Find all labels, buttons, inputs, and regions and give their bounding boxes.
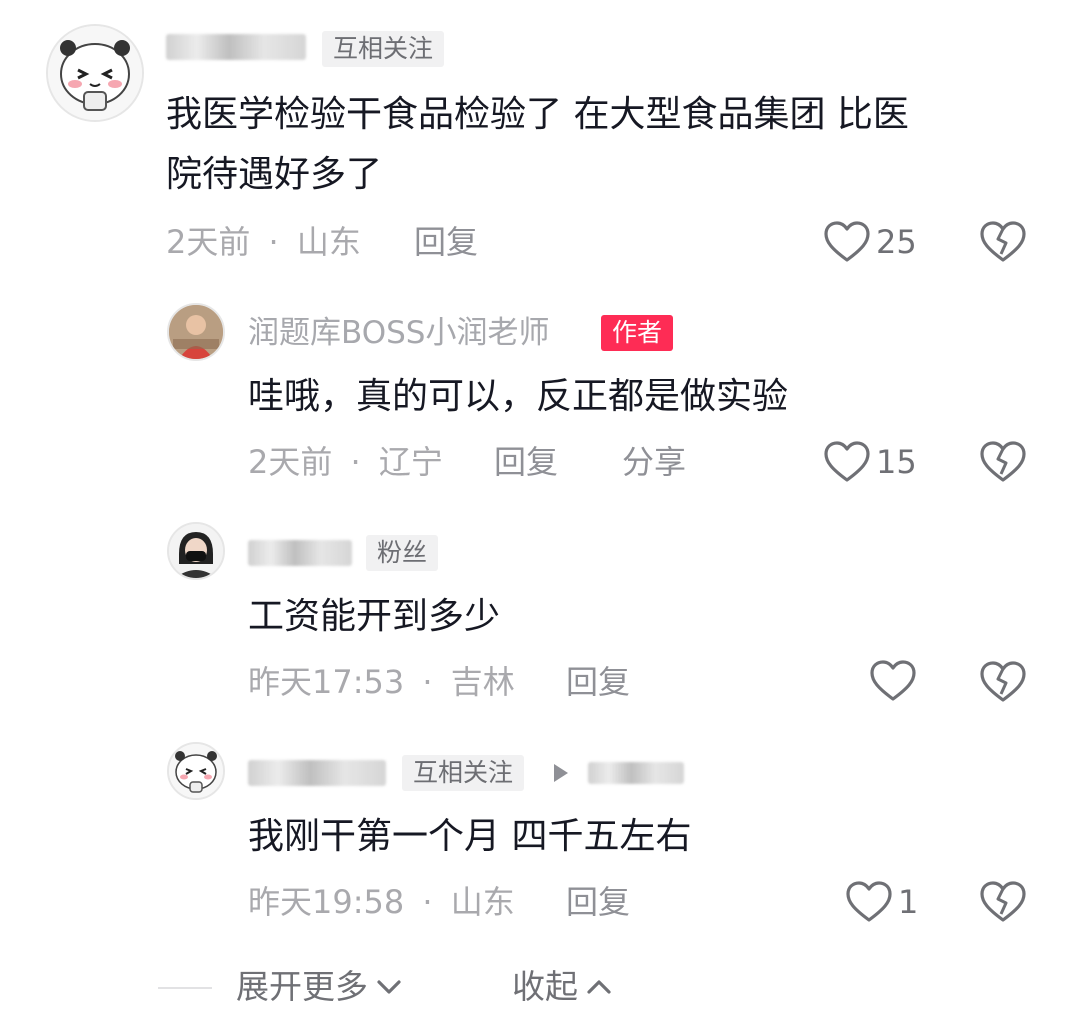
username-blurred[interactable]	[166, 34, 306, 60]
masked-person-avatar-image	[169, 524, 223, 578]
reply-target-username-blurred[interactable]	[588, 762, 684, 784]
mutual-follow-tag: 互相关注	[322, 31, 445, 67]
like-count: 15	[876, 443, 917, 481]
dislike-button[interactable]	[980, 881, 1026, 923]
heart-outline-icon	[824, 221, 870, 263]
comment-location: 山东	[296, 223, 361, 261]
broken-heart-icon	[980, 661, 1026, 703]
author-tag: 作者	[601, 315, 674, 351]
broken-heart-icon	[980, 441, 1026, 483]
dislike-button[interactable]	[980, 661, 1026, 703]
avatar[interactable]	[167, 522, 225, 580]
comment-text: 我刚干第一个月 四千五左右	[248, 816, 692, 857]
comment-meta: 2天前 · 山东	[166, 220, 361, 264]
comment-meta: 2天前 · 辽宁	[248, 440, 443, 484]
avatar[interactable]	[167, 303, 225, 361]
author-avatar-image	[169, 305, 223, 359]
avatar[interactable]	[46, 24, 144, 122]
collapse-button[interactable]: 收起	[512, 965, 612, 1009]
like-button[interactable]: 1	[846, 880, 918, 924]
comment-time: 2天前	[166, 223, 251, 261]
heart-outline-icon	[870, 660, 916, 702]
dislike-button[interactable]	[980, 221, 1026, 263]
like-count: 1	[898, 883, 919, 921]
heart-outline-icon	[824, 441, 870, 483]
reply-button[interactable]: 回复	[566, 880, 630, 924]
reply-to-arrow-icon	[552, 762, 570, 784]
comment-text-line: 院待遇好多了	[166, 154, 383, 195]
comment-text: 哇哦，真的可以，反正都是做实验	[248, 376, 789, 417]
username-blurred[interactable]	[248, 540, 352, 566]
avatar[interactable]	[167, 742, 225, 800]
broken-heart-icon	[980, 221, 1026, 263]
heart-outline-icon	[846, 881, 892, 923]
fan-tag: 粉丝	[366, 535, 439, 571]
comment-location: 山东	[450, 883, 515, 921]
comment-location: 辽宁	[378, 443, 443, 481]
comment-meta: 昨天17:53 · 吉林	[248, 660, 515, 704]
mutual-follow-tag: 互相关注	[402, 755, 525, 791]
reply-button[interactable]: 回复	[566, 660, 630, 704]
chevron-up-icon	[586, 978, 612, 996]
expand-more-button[interactable]: 展开更多	[236, 965, 402, 1009]
like-button[interactable]	[870, 660, 922, 702]
comment-text: 工资能开到多少	[248, 596, 501, 637]
comment-location: 吉林	[450, 663, 515, 701]
like-count: 25	[876, 223, 917, 261]
comment-time: 昨天19:58	[248, 883, 405, 921]
panda-avatar-image	[169, 744, 223, 798]
expand-more-label: 展开更多	[236, 967, 368, 1006]
collapse-label: 收起	[512, 967, 578, 1006]
chevron-down-icon	[376, 978, 402, 996]
comment-time: 昨天17:53	[248, 663, 405, 701]
comment-text-line: 我医学检验干食品检验了 在大型食品集团 比医	[166, 94, 909, 135]
share-button[interactable]: 分享	[622, 440, 686, 484]
meta-separator: ·	[422, 883, 433, 921]
broken-heart-icon	[980, 881, 1026, 923]
reply-button[interactable]: 回复	[494, 440, 558, 484]
meta-separator: ·	[268, 223, 279, 261]
meta-separator: ·	[350, 443, 361, 481]
divider-line	[158, 987, 212, 989]
like-button[interactable]: 25	[824, 220, 917, 264]
reply-button[interactable]: 回复	[414, 220, 478, 264]
comment-time: 2天前	[248, 443, 333, 481]
comment-meta: 昨天19:58 · 山东	[248, 880, 515, 924]
meta-separator: ·	[422, 663, 433, 701]
username-blurred[interactable]	[248, 760, 386, 786]
username[interactable]: 润题库BOSS小润老师	[248, 313, 549, 353]
like-button[interactable]: 15	[824, 440, 917, 484]
dislike-button[interactable]	[980, 441, 1026, 483]
panda-avatar-image	[48, 26, 142, 120]
